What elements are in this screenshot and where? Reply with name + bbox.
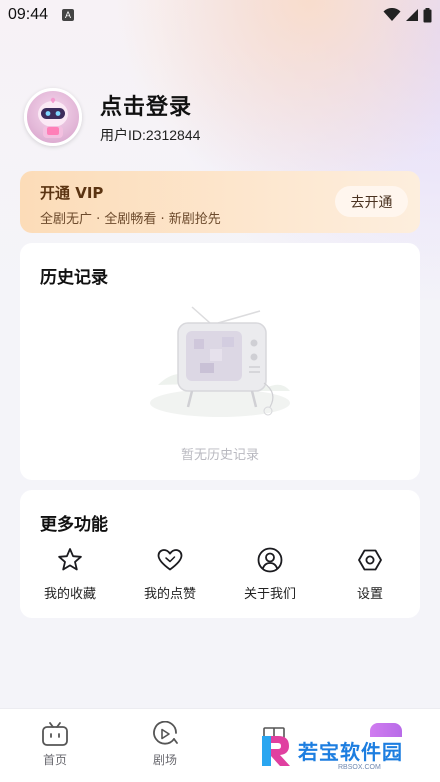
- function-grid: 我的收藏 我的点赞 关于我们 设置: [20, 546, 420, 602]
- watermark-r-icon: [262, 736, 290, 766]
- nav-theater-label: 剧场: [152, 753, 177, 767]
- settings-icon: [358, 549, 382, 571]
- play-circle-icon: [153, 721, 178, 745]
- user-id: 用户ID:2312844: [100, 127, 201, 143]
- avatar[interactable]: [24, 88, 82, 146]
- likes-entry[interactable]: 我的点赞: [120, 546, 220, 602]
- history-empty-text: 暂无历史记录: [180, 448, 259, 463]
- profile-section[interactable]: 点击登录 用户ID:2312844: [24, 88, 200, 146]
- nav-home-label: 首页: [42, 753, 67, 767]
- status-bar: 09:44 A: [0, 0, 440, 30]
- user-icon: [257, 547, 283, 573]
- star-icon: [58, 548, 82, 571]
- settings-entry[interactable]: 设置: [320, 546, 420, 602]
- robot-avatar-icon: [38, 97, 68, 138]
- status-icons: [383, 7, 432, 23]
- favorites-label: 我的收藏: [43, 587, 96, 602]
- likes-label: 我的点赞: [143, 587, 196, 602]
- empty-tv-illustration: [150, 306, 290, 417]
- notification-icon: A: [62, 9, 75, 21]
- signal-icon: [406, 9, 418, 21]
- watermark-logo: 若宝软件园 RBSOX.COM: [258, 722, 440, 782]
- more-functions-title: 更多功能: [40, 515, 108, 535]
- more-functions-card: 更多功能 我的收藏 我的点赞 关于我们 设置: [20, 490, 420, 618]
- wifi-icon: [383, 8, 401, 21]
- history-title: 历史记录: [40, 268, 108, 288]
- battery-icon: [423, 7, 432, 22]
- heart-icon: [157, 549, 183, 571]
- open-vip-button[interactable]: 去开通: [335, 186, 408, 217]
- login-title[interactable]: 点击登录: [100, 89, 200, 121]
- vip-banner[interactable]: 开通 VIP 全剧无广 · 全剧畅看 · 新剧抢先 去开通: [20, 171, 420, 233]
- about-us-entry[interactable]: 关于我们: [220, 546, 320, 602]
- about-us-label: 关于我们: [243, 587, 296, 602]
- status-time: 09:44: [8, 6, 49, 23]
- watermark-text: 若宝软件园: [298, 740, 403, 764]
- watermark-subtext: RBSOX.COM: [338, 764, 381, 771]
- history-card: 历史记录 暂无历史记录: [20, 243, 420, 480]
- nav-home[interactable]: 首页: [25, 721, 85, 768]
- tv-home-icon: [42, 722, 68, 746]
- settings-label: 设置: [356, 587, 383, 602]
- favorites-entry[interactable]: 我的收藏: [20, 546, 120, 602]
- nav-theater[interactable]: 剧场: [135, 721, 195, 768]
